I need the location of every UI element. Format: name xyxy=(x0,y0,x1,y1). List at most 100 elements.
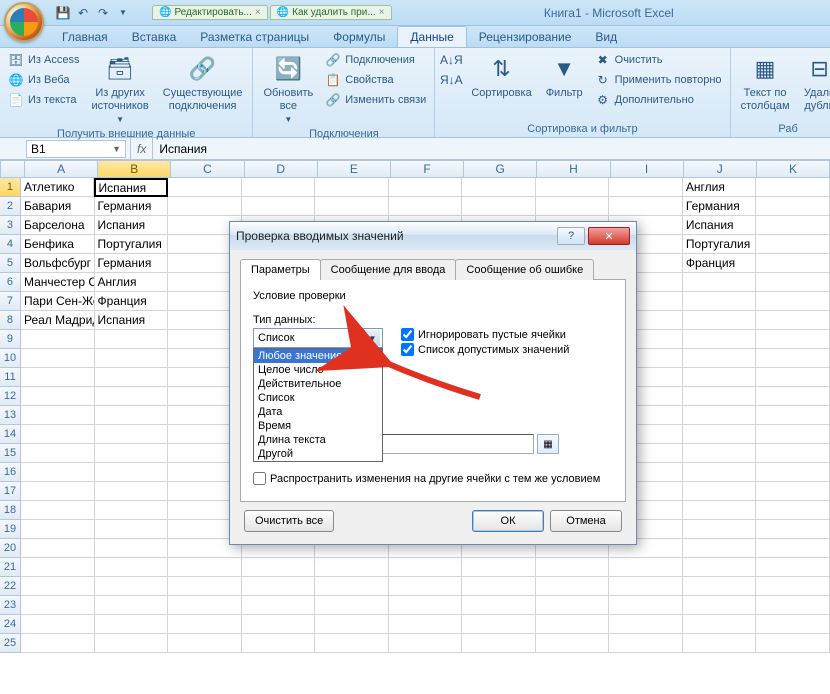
cell[interactable] xyxy=(389,615,463,634)
cell[interactable] xyxy=(168,197,242,216)
cell[interactable]: Германия xyxy=(95,254,169,273)
row-header[interactable]: 10 xyxy=(0,349,21,368)
cell[interactable] xyxy=(21,596,95,615)
dropdown-option[interactable]: Время xyxy=(254,419,382,433)
row-header[interactable]: 25 xyxy=(0,634,21,653)
name-box[interactable]: B1▼ xyxy=(26,140,126,158)
row-header[interactable]: 17 xyxy=(0,482,21,501)
row-header[interactable]: 13 xyxy=(0,406,21,425)
existing-connections-button[interactable]: 🔗Существующие подключения xyxy=(159,51,247,115)
cell[interactable] xyxy=(389,596,463,615)
cell[interactable]: Англия xyxy=(683,178,757,197)
in-cell-dropdown-checkbox[interactable]: Список допустимых значений xyxy=(401,343,569,356)
from-access-button[interactable]: 🗄Из Access xyxy=(6,51,81,69)
cell[interactable] xyxy=(609,615,683,634)
cell[interactable] xyxy=(21,577,95,596)
ignore-blank-checkbox[interactable]: Игнорировать пустые ячейки xyxy=(401,328,569,341)
formula-input[interactable]: Испания xyxy=(153,142,830,156)
cell[interactable] xyxy=(95,558,169,577)
select-all-corner[interactable] xyxy=(0,160,25,178)
tab-home[interactable]: Главная xyxy=(50,27,120,47)
row-header[interactable]: 9 xyxy=(0,330,21,349)
dropdown-option[interactable]: Целое число xyxy=(254,363,382,377)
dialog-titlebar[interactable]: Проверка вводимых значений ? ✕ xyxy=(230,222,636,250)
help-button[interactable]: ? xyxy=(557,227,585,245)
cell[interactable] xyxy=(95,463,169,482)
cell[interactable] xyxy=(756,235,830,254)
cell[interactable] xyxy=(95,501,169,520)
cell[interactable]: Манчестер Сити xyxy=(21,273,95,292)
column-header[interactable]: K xyxy=(757,160,830,178)
cell[interactable] xyxy=(683,273,757,292)
cell[interactable] xyxy=(756,330,830,349)
cell[interactable] xyxy=(315,558,389,577)
cell[interactable] xyxy=(536,577,610,596)
cell[interactable]: Атлетико xyxy=(21,178,95,197)
cell[interactable] xyxy=(95,615,169,634)
dropdown-option[interactable]: Список xyxy=(254,391,382,405)
cell[interactable] xyxy=(756,501,830,520)
row-header[interactable]: 19 xyxy=(0,520,21,539)
cell[interactable] xyxy=(683,292,757,311)
cell[interactable]: Реал Мадрид xyxy=(21,311,95,330)
cell[interactable] xyxy=(389,634,463,653)
cell[interactable] xyxy=(95,482,169,501)
cell[interactable] xyxy=(536,615,610,634)
cell[interactable] xyxy=(756,539,830,558)
undo-icon[interactable]: ↶ xyxy=(74,4,92,22)
cell[interactable] xyxy=(242,558,316,577)
qat-dropdown-icon[interactable]: ▼ xyxy=(114,4,132,22)
row-header[interactable]: 16 xyxy=(0,463,21,482)
cell[interactable]: Германия xyxy=(95,197,169,216)
cell[interactable] xyxy=(756,273,830,292)
tab-review[interactable]: Рецензирование xyxy=(467,27,584,47)
cell[interactable] xyxy=(389,577,463,596)
cell[interactable] xyxy=(683,501,757,520)
office-button[interactable] xyxy=(4,2,44,42)
cell[interactable] xyxy=(95,349,169,368)
clear-filter-button[interactable]: ✖Очистить xyxy=(593,51,724,69)
column-header[interactable]: J xyxy=(684,160,757,178)
cell[interactable]: Испания xyxy=(95,216,169,235)
row-header[interactable]: 15 xyxy=(0,444,21,463)
tab-insert[interactable]: Вставка xyxy=(120,27,189,47)
cell[interactable] xyxy=(683,520,757,539)
cell[interactable]: Бенфика xyxy=(21,235,95,254)
cell[interactable] xyxy=(756,482,830,501)
cell[interactable] xyxy=(683,596,757,615)
cell[interactable] xyxy=(756,387,830,406)
cell[interactable]: Барселона xyxy=(21,216,95,235)
cell[interactable] xyxy=(683,577,757,596)
row-header[interactable]: 14 xyxy=(0,425,21,444)
cell[interactable] xyxy=(756,463,830,482)
cell[interactable] xyxy=(609,558,683,577)
from-web-button[interactable]: 🌐Из Веба xyxy=(6,71,81,89)
column-header[interactable]: I xyxy=(611,160,684,178)
tab-input-message[interactable]: Сообщение для ввода xyxy=(320,259,457,280)
cell[interactable] xyxy=(756,216,830,235)
cell[interactable] xyxy=(756,558,830,577)
cell[interactable]: Португалия xyxy=(95,235,169,254)
row-header[interactable]: 20 xyxy=(0,539,21,558)
advanced-filter-button[interactable]: ⚙Дополнительно xyxy=(593,91,724,109)
tab-formulas[interactable]: Формулы xyxy=(321,27,397,47)
close-icon[interactable]: × xyxy=(379,7,385,18)
cell[interactable] xyxy=(536,596,610,615)
cell[interactable]: Португалия xyxy=(683,235,757,254)
cell[interactable] xyxy=(21,349,95,368)
cell[interactable] xyxy=(21,425,95,444)
save-icon[interactable]: 💾 xyxy=(54,4,72,22)
close-icon[interactable]: × xyxy=(255,7,261,18)
column-header[interactable]: F xyxy=(391,160,464,178)
cell[interactable] xyxy=(756,311,830,330)
cell[interactable] xyxy=(95,444,169,463)
cell[interactable]: Испания xyxy=(683,216,757,235)
column-header[interactable]: D xyxy=(245,160,318,178)
sort-za-button[interactable]: Я↓А xyxy=(441,71,461,89)
remove-duplicates-button[interactable]: ⊟Удали дубли xyxy=(800,51,830,115)
cell[interactable] xyxy=(95,330,169,349)
cell[interactable] xyxy=(683,387,757,406)
cell[interactable] xyxy=(389,558,463,577)
cell[interactable] xyxy=(756,615,830,634)
cell[interactable] xyxy=(95,577,169,596)
